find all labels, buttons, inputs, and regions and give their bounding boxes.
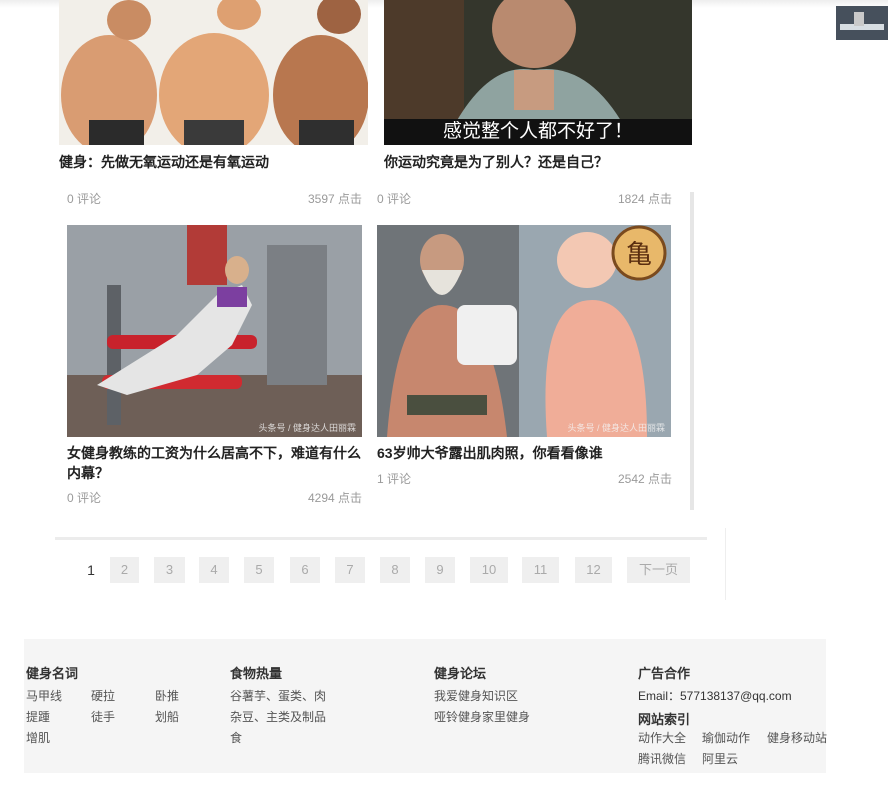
- page-link-11[interactable]: 11: [522, 557, 559, 583]
- footer-link[interactable]: 腾讯微信: [638, 750, 686, 767]
- footer-link[interactable]: 硬拉: [91, 687, 115, 704]
- article-thumbnail[interactable]: [59, 0, 368, 145]
- click-count: 2542 点击: [617, 472, 672, 486]
- footer-link[interactable]: 徒手: [91, 708, 115, 725]
- footer-link[interactable]: 蛋类、肉: [278, 687, 326, 704]
- page-link-9[interactable]: 9: [425, 557, 455, 583]
- footer-link[interactable]: 提踵: [26, 708, 50, 725]
- article-thumbnail[interactable]: 感觉整个人都不好了！: [384, 0, 692, 145]
- page-link-6[interactable]: 6: [290, 557, 320, 583]
- footer-link[interactable]: 健身移动站: [767, 729, 827, 746]
- footer-heading: 健身名词: [26, 666, 79, 681]
- footer-link[interactable]: 增肌: [26, 729, 50, 746]
- article-title[interactable]: 63岁帅大爷露出肌肉照，你看看像谁: [377, 443, 671, 463]
- side-thumbnail[interactable]: [836, 6, 888, 40]
- muscle-comparison-image: 亀: [377, 225, 671, 437]
- footer-link[interactable]: 动作大全: [638, 729, 686, 746]
- footer-link[interactable]: 杂豆、主: [230, 708, 278, 725]
- page-link-7[interactable]: 7: [335, 557, 365, 583]
- footer-link[interactable]: 卧推: [155, 687, 179, 704]
- side-thumbnail-image: [836, 6, 888, 40]
- footer-link[interactable]: 哑铃健身家里健身: [434, 708, 530, 725]
- comment-count: 0 评论: [67, 192, 102, 206]
- footer-heading: 广告合作: [638, 666, 691, 681]
- footer-heading: 网站索引: [638, 712, 691, 727]
- footer-link[interactable]: 类及制品: [278, 708, 326, 725]
- footer-heading: 食物热量: [230, 666, 283, 681]
- page-link-2[interactable]: 2: [110, 557, 139, 583]
- article-thumbnail[interactable]: 头条号 / 健身达人田丽霖: [67, 225, 362, 437]
- footer-col-terms: 健身名词 马甲线 硬拉 卧推 提踵 徒手 划船 增肌: [26, 663, 216, 745]
- next-page-button[interactable]: 下一页: [627, 557, 690, 583]
- page-link-5[interactable]: 5: [244, 557, 274, 583]
- comment-count: 1 评论: [377, 472, 412, 486]
- image-watermark: 头条号 / 健身达人田丽霖: [258, 423, 356, 433]
- cartoon-bodybuilders-image: [59, 0, 368, 145]
- page-link-4[interactable]: 4: [199, 557, 229, 583]
- footer-col-forum: 健身论坛 我爱健身知识区 哑铃健身家里健身: [434, 663, 624, 724]
- pagination-divider: [55, 537, 707, 540]
- footer-link[interactable]: 谷薯芋、: [230, 687, 278, 704]
- click-count: 1824 点击: [617, 192, 672, 206]
- footer-link[interactable]: 划船: [155, 708, 179, 725]
- site-footer: 健身名词 马甲线 硬拉 卧推 提踵 徒手 划船 增肌 食物热量 谷薯芋、 蛋类、…: [24, 639, 827, 773]
- page-link-12[interactable]: 12: [575, 557, 612, 583]
- footer-link[interactable]: 食: [230, 729, 242, 746]
- comment-count: 0 评论: [377, 192, 412, 206]
- footer-col-contact: 广告合作 Email：577138137@qq.com 网站索引 动作大全 瑜伽…: [638, 663, 827, 766]
- article-title[interactable]: 你运动究竟是为了别人？还是自己？: [384, 152, 692, 172]
- page-current[interactable]: 1: [78, 557, 104, 583]
- gym-trainer-image: [67, 225, 362, 437]
- click-count: 3597 点击: [307, 192, 362, 206]
- article-title[interactable]: 健身：先做无氧运动还是有氧运动: [59, 152, 368, 172]
- article-title[interactable]: 女健身教练的工资为什么居高不下，难道有什么内幕？: [67, 443, 362, 483]
- image-caption: 感觉整个人都不好了！: [384, 119, 692, 145]
- page-link-10[interactable]: 10: [470, 557, 508, 583]
- comment-count: 0 评论: [67, 491, 102, 505]
- image-watermark: 头条号 / 健身达人田丽霖: [567, 423, 665, 433]
- click-count: 4294 点击: [307, 491, 362, 505]
- vertical-divider: [725, 528, 726, 600]
- column-divider: [690, 192, 694, 510]
- article-thumbnail[interactable]: 亀 头条号 / 健身达人田丽霖: [377, 225, 671, 437]
- page-link-8[interactable]: 8: [380, 557, 410, 583]
- footer-link[interactable]: 我爱健身知识区: [434, 687, 518, 704]
- contact-email: Email：577138137@qq.com: [638, 689, 792, 703]
- footer-link[interactable]: 马甲线: [26, 687, 62, 704]
- page-link-3[interactable]: 3: [154, 557, 185, 583]
- footer-col-food: 食物热量 谷薯芋、 蛋类、肉 杂豆、主 类及制品 食: [230, 663, 420, 745]
- footer-link[interactable]: 阿里云: [702, 750, 738, 767]
- footer-link[interactable]: 瑜伽动作: [702, 729, 750, 746]
- footer-heading: 健身论坛: [434, 666, 487, 681]
- svg-text:亀: 亀: [626, 240, 652, 270]
